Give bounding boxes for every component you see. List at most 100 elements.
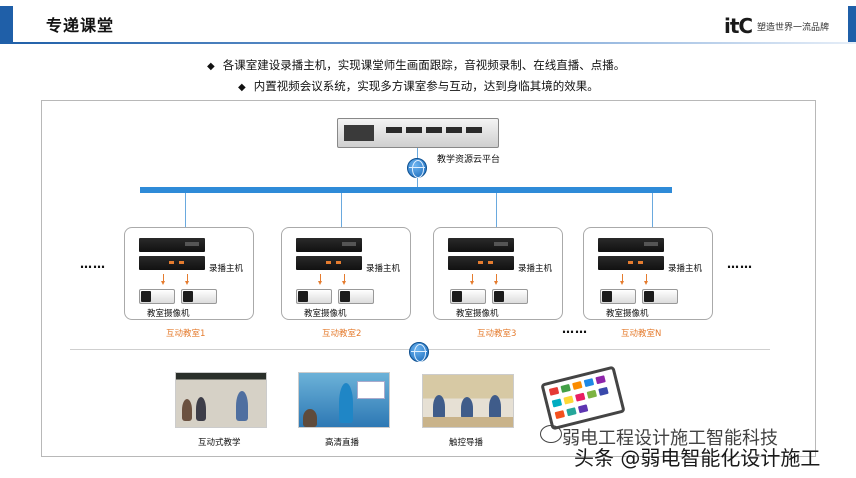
arrow: [494, 274, 498, 285]
camera-icon: [492, 289, 528, 304]
classroom-box: 录播主机 教室摄像机: [583, 227, 713, 320]
recorder-led: [336, 261, 341, 264]
bullet-text: 内置视频会议系统，实现多方课室参与互动，达到身临其境的效果。: [253, 79, 599, 93]
interactive-teaching-photo: [175, 372, 267, 428]
screen-board: [357, 381, 385, 399]
app-tile: [572, 381, 583, 390]
app-label: 触控导播: [449, 438, 484, 448]
server-bay: [386, 127, 402, 133]
camera-label: 教室摄像机: [456, 309, 499, 319]
recorder-led: [628, 261, 633, 264]
recorder-unit: [139, 256, 205, 270]
header-accent-right: [848, 6, 856, 42]
recorder-unit: [139, 238, 205, 252]
recorder-led: [179, 261, 184, 264]
bus-drop: [496, 193, 497, 227]
app-tile: [574, 392, 586, 402]
recorder-unit: [296, 238, 362, 252]
server-link: [417, 148, 418, 158]
recorder-label: 录播主机: [668, 264, 703, 274]
camera-icon: [642, 289, 678, 304]
camera-icon: [600, 289, 636, 304]
camera-label: 教室摄像机: [606, 309, 649, 319]
classroom-box: 录播主机 教室摄像机: [281, 227, 411, 320]
room-name: 互动教室3: [477, 329, 517, 339]
person-figure: [196, 397, 206, 421]
classroom-box: 录播主机 教室摄像机: [433, 227, 563, 320]
camera-icon: [139, 289, 175, 304]
recorder-unit: [448, 256, 514, 270]
person-figure: [461, 397, 473, 419]
app-tile: [598, 386, 609, 396]
app-tile: [548, 386, 560, 396]
person-figure: [489, 395, 501, 419]
page-title: 专递课堂: [46, 16, 115, 35]
bus-drop: [652, 193, 653, 227]
server-bay: [406, 127, 422, 133]
app-tile: [595, 375, 606, 385]
arrow: [318, 274, 322, 285]
recorder-unit: [598, 256, 664, 270]
network-bus: [140, 187, 672, 193]
bullet-1: ◆ 各课室建设录播主机，实现课堂师生画面跟踪，音视频录制、在线直播、点播。: [207, 57, 625, 73]
server-bay: [466, 127, 482, 133]
app-tile: [577, 404, 589, 414]
network-globe-icon: [409, 342, 429, 362]
ellipsis-bottom: ……: [562, 322, 588, 336]
recorder-led: [478, 261, 483, 264]
server-panel: [344, 125, 374, 141]
room-name: 互动教室1: [166, 329, 206, 339]
classroom-box: 录播主机 教室摄像机: [124, 227, 254, 320]
server-bay: [446, 127, 462, 133]
recorder-led: [169, 261, 174, 264]
app-tile: [583, 378, 595, 388]
network-globe-icon: [407, 158, 427, 178]
recorder-display: [185, 242, 199, 246]
logo-text: itC: [724, 14, 753, 38]
bullet-marker: ◆: [238, 82, 246, 93]
person-figure: [433, 395, 445, 419]
bullet-marker: ◆: [207, 61, 215, 72]
recorder-led: [326, 261, 331, 264]
app-tile: [551, 398, 563, 408]
hd-live-photo: [298, 372, 390, 428]
server-bay: [426, 127, 442, 133]
signal-arrows: [434, 274, 564, 285]
watermark-line-2: 头条 @弱电智能化设计施工: [574, 446, 821, 470]
bus-drop: [341, 193, 342, 227]
signal-arrows: [584, 274, 714, 285]
header-accent-left: [0, 6, 13, 42]
bullet-2: ◆ 内置视频会议系统，实现多方课室参与互动，达到身临其境的效果。: [238, 78, 599, 94]
recorder-display: [644, 242, 658, 246]
recorder-display: [494, 242, 508, 246]
recorder-unit: [598, 238, 664, 252]
app-tile: [586, 389, 598, 399]
wechat-icon: [540, 425, 562, 443]
camera-icon: [296, 289, 332, 304]
signal-arrows: [125, 274, 255, 285]
app-tile: [560, 383, 571, 393]
cloud-server: [337, 118, 499, 148]
bus-drop: [185, 193, 186, 227]
ellipsis-right: ……: [727, 257, 753, 271]
camera-icon: [338, 289, 374, 304]
ellipsis-left: ……: [80, 257, 106, 271]
arrow: [185, 274, 189, 285]
arrow: [161, 274, 165, 285]
arrow: [644, 274, 648, 285]
bullet-text: 各课室建设录播主机，实现课堂师生画面跟踪，音视频录制、在线直播、点播。: [222, 58, 626, 72]
app-label: 互动式教学: [198, 438, 241, 448]
arrow: [470, 274, 474, 285]
recorder-label: 录播主机: [518, 264, 553, 274]
arrow: [620, 274, 624, 285]
recorder-label: 录播主机: [209, 264, 244, 274]
camera-label: 教室摄像机: [147, 309, 190, 319]
globe-link: [417, 178, 418, 187]
cloud-platform-label: 教学资源云平台: [437, 155, 501, 165]
camera-icon: [450, 289, 486, 304]
camera-icon: [181, 289, 217, 304]
app-tile: [563, 395, 574, 405]
signal-arrows: [282, 274, 412, 285]
brand-logo: itC: [724, 14, 753, 38]
app-tile: [566, 407, 577, 417]
